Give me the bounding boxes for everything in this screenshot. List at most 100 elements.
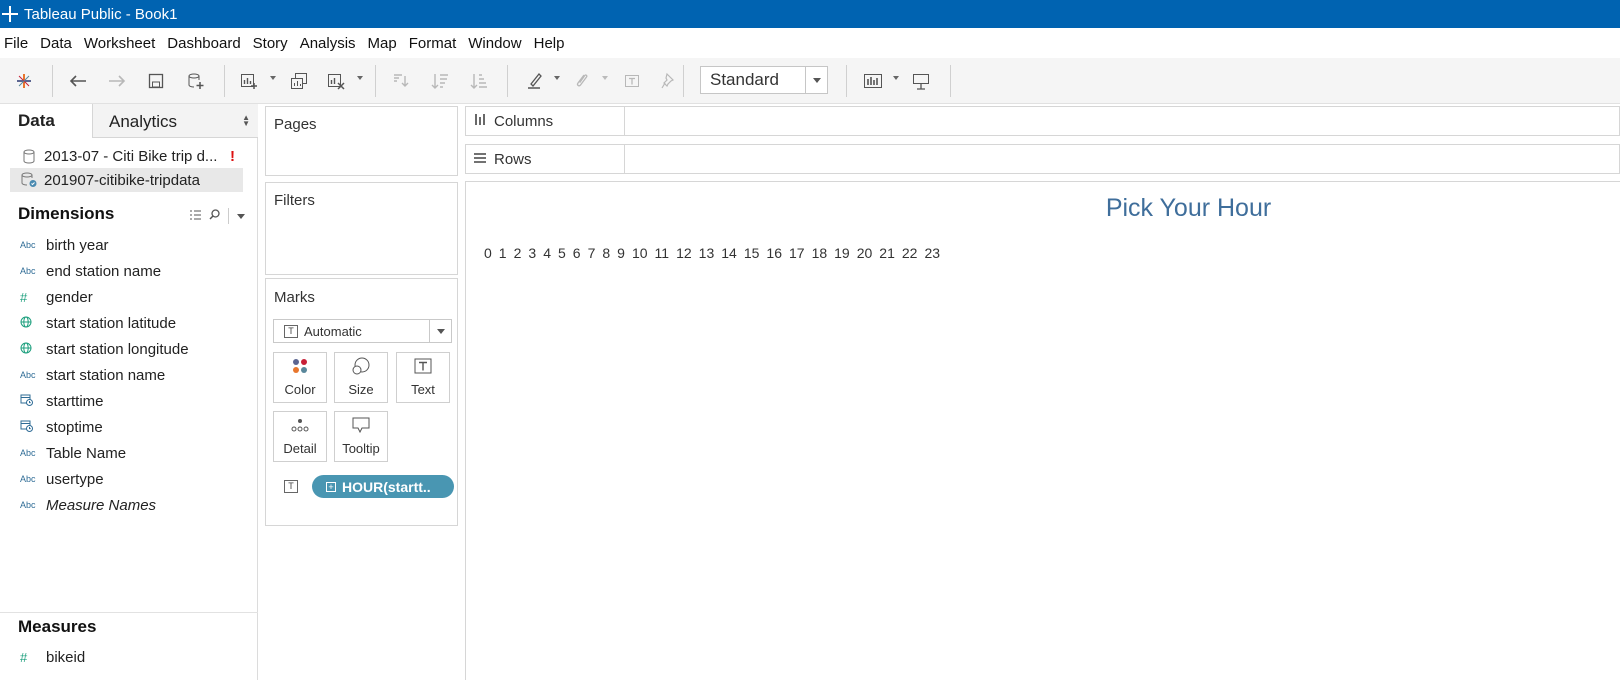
save-icon[interactable] (147, 69, 165, 93)
hour-label[interactable]: 13 (699, 245, 715, 261)
hour-label[interactable]: 20 (857, 245, 873, 261)
pages-card[interactable]: Pages (265, 106, 458, 176)
rows-shelf-label: Rows (466, 145, 625, 173)
dimensions-header: Dimensions (18, 204, 115, 223)
hour-label[interactable]: 21 (879, 245, 895, 261)
data-source-item-selected[interactable]: 201907-citibike-tripdata (10, 168, 243, 192)
menu-map[interactable]: Map (363, 35, 402, 52)
hour-label[interactable]: 6 (573, 245, 581, 261)
tooltip-button[interactable]: Tooltip (334, 411, 388, 462)
hour-label[interactable]: 8 (602, 245, 610, 261)
show-me-icon[interactable] (862, 69, 884, 93)
field-item[interactable]: start station latitude (0, 310, 258, 336)
fit-select[interactable]: Standard (700, 66, 828, 94)
hour-label[interactable]: 19 (834, 245, 850, 261)
worksheet-view[interactable]: Pick Your Hour 0 1 2 3 4 5 6 7 8 9 10 11… (465, 181, 1620, 680)
new-worksheet-icon[interactable] (239, 69, 259, 93)
hour-label[interactable]: 23 (924, 245, 940, 261)
filters-card[interactable]: Filters (265, 182, 458, 275)
search-icon[interactable] (209, 209, 220, 223)
color-icon (291, 355, 309, 377)
chevron-down-icon[interactable] (237, 210, 245, 222)
detail-button[interactable]: Detail (273, 411, 327, 462)
new-data-source-icon[interactable] (186, 69, 206, 93)
field-item[interactable]: stoptime (0, 414, 258, 440)
field-item[interactable]: # bikeid (0, 644, 258, 670)
text-button[interactable]: Text (396, 352, 450, 403)
measures-divider (0, 612, 258, 613)
menu-analysis[interactable]: Analysis (295, 35, 361, 52)
group-members-icon[interactable] (572, 69, 592, 93)
detail-button-label: Detail (283, 441, 317, 456)
columns-shelf[interactable]: Columns (465, 106, 1620, 136)
hour-label[interactable]: 9 (617, 245, 625, 261)
globe-icon (0, 342, 46, 357)
swap-rows-columns-icon[interactable] (391, 69, 411, 93)
menu-dashboard[interactable]: Dashboard (162, 35, 245, 52)
field-item[interactable]: Abc Measure Names (0, 492, 258, 518)
hour-label[interactable]: 2 (514, 245, 522, 261)
field-item[interactable]: Abc Table Name (0, 440, 258, 466)
tableau-logo-icon[interactable] (14, 69, 34, 93)
list-view-icon[interactable] (190, 210, 201, 223)
field-item[interactable]: # gender (0, 284, 258, 310)
data-pane: Data Analytics ▲ ▼ 2013-07 - Citi Bike tr… (0, 104, 258, 680)
hour-label[interactable]: 18 (812, 245, 828, 261)
field-item[interactable]: Abc birth year (0, 232, 258, 258)
size-button[interactable]: Size (334, 352, 388, 403)
field-item[interactable]: start station longitude (0, 336, 258, 362)
clear-sheet-icon[interactable] (326, 69, 346, 93)
field-item[interactable]: Abc usertype (0, 466, 258, 492)
hour-label[interactable]: 0 (484, 245, 492, 261)
text-icon (414, 355, 432, 377)
data-source-item[interactable]: 2013-07 - Citi Bike trip d... ! (10, 144, 243, 168)
mark-type-select[interactable]: T Automatic (273, 319, 452, 343)
menu-story[interactable]: Story (248, 35, 293, 52)
tab-analytics[interactable]: Analytics ▲ ▼ (93, 104, 258, 138)
title-bar: Tableau Public - Book1 (0, 0, 1620, 28)
redo-icon[interactable] (107, 69, 127, 93)
hour-label[interactable]: 16 (766, 245, 782, 261)
hour-label[interactable]: 3 (528, 245, 536, 261)
group-members-dropdown-icon[interactable] (602, 76, 608, 80)
highlight-icon[interactable] (525, 69, 545, 93)
rows-shelf[interactable]: Rows (465, 144, 1620, 174)
field-item[interactable]: starttime (0, 388, 258, 414)
hour-label[interactable]: 14 (721, 245, 737, 261)
menu-file[interactable]: File (0, 35, 33, 52)
menu-window[interactable]: Window (463, 35, 526, 52)
menu-data[interactable]: Data (35, 35, 77, 52)
new-worksheet-dropdown-icon[interactable] (270, 76, 276, 80)
hour-label[interactable]: 12 (676, 245, 692, 261)
field-item[interactable]: Abc end station name (0, 258, 258, 284)
hour-label[interactable]: 10 (632, 245, 648, 261)
color-button[interactable]: Color (273, 352, 327, 403)
tableau-app-icon (2, 6, 18, 22)
tab-data[interactable]: Data (0, 104, 93, 138)
undo-icon[interactable] (68, 69, 88, 93)
hour-label[interactable]: 5 (558, 245, 566, 261)
show-mark-labels-icon[interactable] (622, 69, 642, 93)
show-me-dropdown-icon[interactable] (893, 76, 899, 80)
expand-plus-icon[interactable]: + (326, 481, 336, 492)
hour-label[interactable]: 4 (543, 245, 551, 261)
menu-worksheet[interactable]: Worksheet (79, 35, 160, 52)
fix-axes-icon[interactable] (659, 69, 679, 93)
hour-label[interactable]: 17 (789, 245, 805, 261)
clear-sheet-dropdown-icon[interactable] (357, 76, 363, 80)
menu-format[interactable]: Format (404, 35, 462, 52)
field-item[interactable]: Abc start station name (0, 362, 258, 388)
duplicate-sheet-icon[interactable] (289, 69, 309, 93)
menu-help[interactable]: Help (529, 35, 570, 52)
sort-descending-icon[interactable] (469, 69, 489, 93)
hour-label[interactable]: 1 (499, 245, 507, 261)
hour-label[interactable]: 11 (655, 245, 670, 261)
hour-label[interactable]: 22 (902, 245, 918, 261)
hour-field-pill[interactable]: + HOUR(startt.. (312, 475, 454, 498)
presentation-mode-icon[interactable] (911, 69, 931, 93)
hour-label[interactable]: 7 (588, 245, 596, 261)
highlight-dropdown-icon[interactable] (554, 76, 560, 80)
sort-ascending-icon[interactable] (430, 69, 450, 93)
window-title: Tableau Public - Book1 (24, 5, 178, 23)
hour-label[interactable]: 15 (744, 245, 760, 261)
